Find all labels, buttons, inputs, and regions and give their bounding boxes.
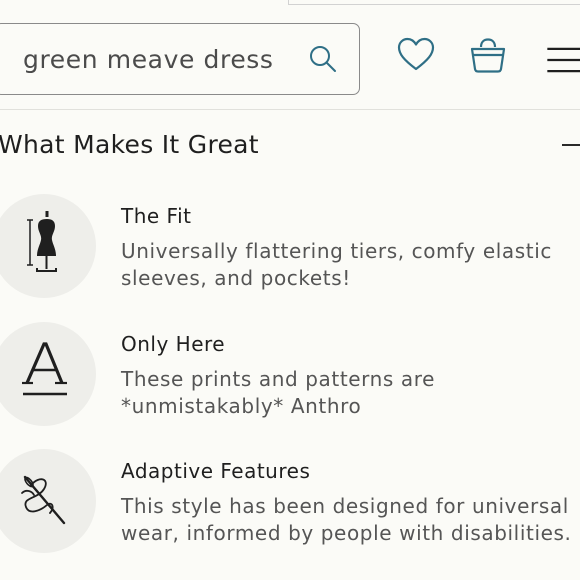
feature-icon-circle xyxy=(0,322,96,426)
search-input[interactable] xyxy=(23,40,293,78)
top-border xyxy=(288,0,580,5)
feature-description: This style has been designed for univers… xyxy=(121,494,572,545)
hamburger-menu-icon[interactable] xyxy=(544,40,580,80)
shopping-bag-icon[interactable] xyxy=(468,36,508,76)
product-page: What Makes It Great The Fit Universally … xyxy=(0,0,580,580)
feature-item-adaptive: Adaptive Features This style has been de… xyxy=(0,449,580,559)
search-box[interactable] xyxy=(0,23,360,95)
feature-description: These prints and patterns are *unmistaka… xyxy=(121,367,436,418)
header-divider xyxy=(0,109,580,110)
dress-form-icon xyxy=(27,211,57,272)
feature-item-only-here: Only Here These prints and patterns are … xyxy=(0,322,580,432)
letter-a-icon xyxy=(22,342,67,396)
feature-description: Universally flattering tiers, comfy elas… xyxy=(121,239,552,290)
heart-icon[interactable] xyxy=(396,36,436,76)
feature-title: Adaptive Features xyxy=(121,459,311,483)
feature-title: The Fit xyxy=(121,204,192,228)
feature-icon-circle xyxy=(0,449,96,553)
feature-icon-circle xyxy=(0,194,96,298)
search-icon[interactable] xyxy=(308,44,338,74)
needle-thread-icon xyxy=(21,475,66,525)
feature-item-fit: The Fit Universally flattering tiers, co… xyxy=(0,194,580,304)
section-title[interactable]: What Makes It Great xyxy=(0,130,259,159)
feature-title: Only Here xyxy=(121,332,226,356)
collapse-minus-icon[interactable] xyxy=(562,144,580,146)
